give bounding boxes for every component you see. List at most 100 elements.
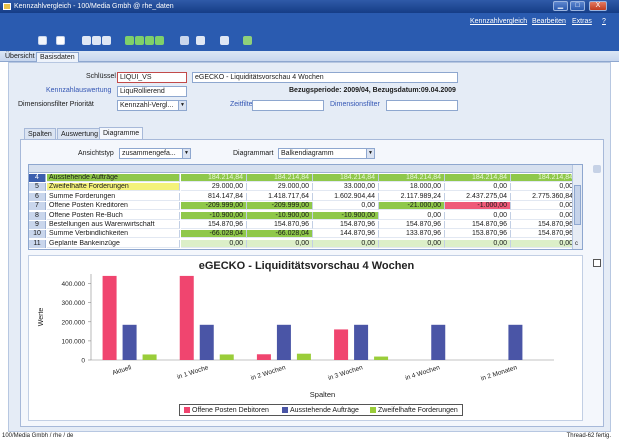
row-number[interactable]: 4 (29, 174, 46, 182)
close-button[interactable]: X (589, 1, 607, 11)
row-number[interactable]: 6 (29, 192, 46, 201)
menu-help[interactable]: ? (602, 18, 606, 25)
save-chart-icon[interactable] (593, 259, 601, 267)
table-cell[interactable]: 154.870,96 (511, 221, 577, 229)
beschreibung-field[interactable]: eGECKO - Liquiditätsvorschau 4 Wochen (192, 72, 458, 83)
ansichtstyp-select[interactable]: zusammengefa... ▼ (119, 148, 191, 159)
table-cell[interactable]: 184.214,84 (247, 174, 313, 182)
table-cell[interactable]: 0,00 (379, 239, 445, 248)
minimize-button[interactable]: ▁ (553, 1, 568, 11)
tab-basisdaten[interactable]: Basisdaten (36, 52, 79, 62)
previous-record-icon[interactable] (135, 36, 144, 45)
row-number[interactable]: 5 (29, 183, 46, 192)
menu-extras[interactable]: Extras (572, 18, 592, 25)
table-cell[interactable]: 0,00 (445, 239, 511, 248)
table-cell[interactable]: 144.870,96 (313, 230, 379, 239)
dimensionsfilter-field[interactable] (386, 100, 458, 111)
schluessel-field[interactable]: LIQUI_VS (117, 72, 187, 83)
menu-kennzahlvergleich[interactable]: Kennzahlvergleich (470, 18, 527, 25)
kennzahlauswertung-field[interactable]: LiquRollierend (117, 86, 187, 97)
table-cell[interactable]: 133.870,96 (379, 230, 445, 239)
table-cell[interactable]: 18.000,00 (379, 183, 445, 192)
first-record-icon[interactable] (125, 36, 134, 45)
table-cell[interactable]: -209.999,00 (181, 202, 247, 211)
table-cell[interactable]: 2.117.989,24 (379, 192, 445, 201)
table-cell[interactable]: 154.870,96 (445, 221, 511, 229)
next-record-icon[interactable] (145, 36, 154, 45)
table-cell[interactable]: -10.900,00 (181, 211, 247, 220)
table-cell[interactable]: 0,00 (445, 183, 511, 192)
menu-bearbeiten[interactable]: Bearbeiten (532, 18, 566, 25)
table-cell[interactable]: 0,00 (181, 239, 247, 248)
data-grid[interactable]: 4 Ausstehende Aufträge 184.214,84 184.214,8… (28, 164, 583, 250)
copy-icon[interactable] (82, 36, 91, 45)
print-icon[interactable] (102, 36, 111, 45)
table-cell[interactable]: 154.870,96 (511, 230, 577, 239)
table-cell[interactable]: 814.147,84 (181, 192, 247, 201)
table-cell[interactable]: 154.870,96 (379, 221, 445, 229)
table-cell[interactable]: -66.028,04 (181, 230, 247, 239)
chevron-down-icon[interactable]: ▼ (366, 149, 374, 158)
table-row[interactable]: 9 Bestellungen aus Warenwirtschaft 154.870… (29, 221, 577, 229)
table-cell[interactable]: 29.000,00 (181, 183, 247, 192)
maximize-button[interactable]: □ (570, 1, 585, 11)
chevron-down-icon[interactable]: ▼ (182, 149, 190, 158)
delete-icon[interactable] (92, 36, 101, 45)
row-number[interactable]: 7 (29, 202, 46, 211)
table-row[interactable]: 8 Offene Posten Re-Buch -10.900,00 -10.900,… (29, 211, 577, 220)
table-row[interactable]: 10 Summe Verbindlichkeiten -66.028,04 -66.0… (29, 230, 577, 239)
row-number[interactable]: 11 (29, 239, 46, 248)
save-icon[interactable] (220, 36, 229, 45)
table-cell[interactable]: 0,00 (511, 211, 577, 220)
tab-auswertung[interactable]: Auswertung (57, 128, 102, 139)
table-row[interactable]: 7 Offene Posten Kreditoren -209.999,00 -209… (29, 202, 577, 211)
diagrammart-select[interactable]: Balkendiagramm ▼ (278, 148, 375, 159)
table-cell[interactable]: 33.000,00 (313, 183, 379, 192)
table-cell[interactable]: 184.214,84 (511, 174, 577, 182)
table-cell[interactable]: -209.999,00 (247, 202, 313, 211)
table-cell[interactable]: 0,00 (313, 202, 379, 211)
table-row[interactable]: 11 Geplante Bankeinzüge 0,00 0,00 0,00 0,00 0,… (29, 239, 577, 248)
table-cell[interactable]: 1.418.717,64 (247, 192, 313, 201)
table-cell[interactable]: 0,00 (445, 211, 511, 220)
table-cell[interactable]: -1.000,00 (445, 202, 511, 211)
confirm-icon[interactable] (243, 36, 252, 45)
last-record-icon[interactable] (155, 36, 164, 45)
row-number[interactable]: 10 (29, 230, 46, 239)
table-cell[interactable]: 184.214,84 (445, 174, 511, 182)
settings-icon[interactable] (180, 36, 189, 45)
table-cell[interactable]: 0,00 (313, 239, 379, 248)
tab-spalten[interactable]: Spalten (24, 128, 56, 139)
chevron-down-icon[interactable]: ▼ (178, 101, 186, 110)
table-cell[interactable]: 154.870,96 (181, 221, 247, 229)
table-cell[interactable]: 29.000,00 (247, 183, 313, 192)
new-document-icon[interactable] (56, 36, 65, 45)
table-row[interactable]: 5 Zweifelhafte Forderungen 29.000,00 29.000… (29, 183, 577, 192)
grid-scrollbar[interactable]: c (572, 165, 582, 249)
table-cell[interactable]: 154.870,96 (313, 221, 379, 229)
export-icon[interactable] (196, 36, 205, 45)
table-cell[interactable]: 2.437.275,04 (445, 192, 511, 201)
search-icon[interactable] (38, 36, 47, 45)
table-row[interactable]: 6 Summe Forderungen 814.147,84 1.418.717,64… (29, 192, 577, 201)
properties-icon[interactable] (593, 165, 601, 173)
row-number[interactable]: 9 (29, 221, 46, 229)
table-cell[interactable]: 184.214,84 (379, 174, 445, 182)
table-cell[interactable]: 184.214,84 (313, 174, 379, 182)
tab-uebersicht[interactable]: Übersicht (2, 52, 38, 62)
table-cell[interactable]: -66.028,04 (247, 230, 313, 239)
table-cell[interactable]: 0,00 (511, 202, 577, 211)
grid-scroll-thumb[interactable] (574, 185, 581, 225)
table-cell[interactable]: 0,00 (379, 211, 445, 220)
dimensionsfilter-prioritaet-select[interactable]: Kennzahl-Vergl... ▼ (117, 100, 187, 111)
row-number[interactable]: 8 (29, 211, 46, 220)
table-cell[interactable]: 0,00 (511, 183, 577, 192)
table-cell[interactable]: 0,00 (247, 239, 313, 248)
table-row[interactable]: 4 Ausstehende Aufträge 184.214,84 184.214,8… (29, 174, 577, 182)
table-cell[interactable]: -21.000,00 (379, 202, 445, 211)
table-cell[interactable]: 2.775.360,84 (511, 192, 577, 201)
table-cell[interactable]: 1.602.904,44 (313, 192, 379, 201)
table-cell[interactable]: 184.214,84 (181, 174, 247, 182)
table-cell[interactable]: 153.870,96 (445, 230, 511, 239)
table-cell[interactable]: -10.900,00 (313, 211, 379, 220)
